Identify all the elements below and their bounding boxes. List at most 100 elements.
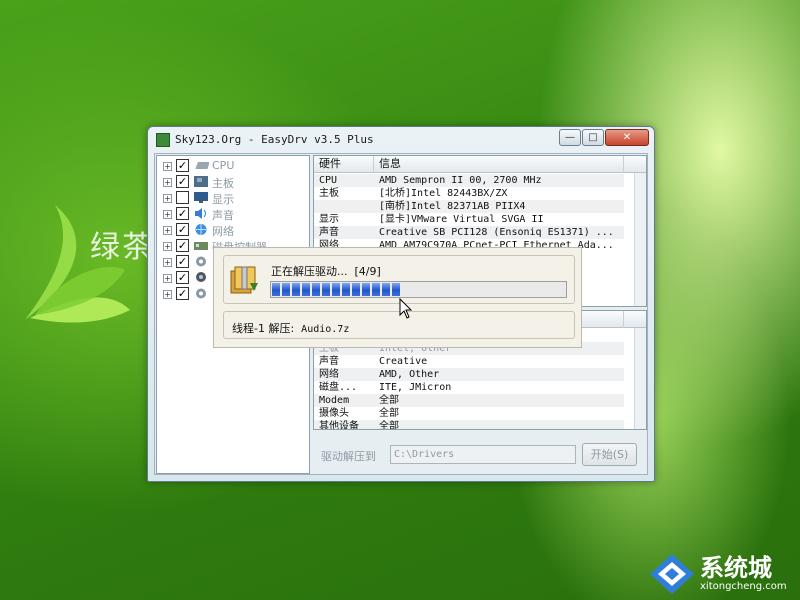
tree-item-network[interactable]: + ✓ 网络 <box>163 222 308 238</box>
close-button[interactable]: ✕ <box>605 129 649 146</box>
cell-driver: 其他设备 <box>319 421 359 430</box>
cell-info: [显卡]VMware Virtual SVGA II <box>379 214 544 225</box>
tree-checkbox[interactable]: ✓ <box>176 223 189 236</box>
tree-item-sound[interactable]: + ✓ 声音 <box>163 206 308 222</box>
motherboard-icon <box>194 176 208 187</box>
start-button[interactable]: 开始(S) <box>582 443 637 466</box>
cell-driver: 摄像头 <box>319 408 349 419</box>
maximize-button[interactable]: □ <box>582 129 604 146</box>
cell-extract: 全部 <box>379 408 399 419</box>
cell-info: AMD Sempron II 00, 2700 MHz <box>379 175 542 186</box>
expand-icon[interactable]: + <box>163 178 172 187</box>
site-watermark: 系统城 xitongcheng.com <box>648 548 798 598</box>
progress-segment <box>362 283 370 296</box>
webcam-icon <box>196 272 206 282</box>
vertical-scrollbar[interactable] <box>634 173 646 306</box>
app-icon <box>156 133 170 147</box>
expand-icon[interactable]: + <box>163 242 172 251</box>
table-row[interactable]: CPU AMD Sempron II 00, 2700 MHz <box>314 174 624 187</box>
window-title: Sky123.Org - EasyDrv v3.5 Plus <box>175 133 374 146</box>
extract-progress-dialog: 正在解压驱动... [4/9] 线程-1 解压: Audio.7z <box>213 247 582 348</box>
cell-driver: 声音 <box>319 356 339 367</box>
progress-bar-fill <box>272 283 400 296</box>
minimize-button[interactable]: — <box>559 129 581 146</box>
tree-item-display[interactable]: + 显示 <box>163 190 308 206</box>
tree-item-label: 声音 <box>212 209 234 222</box>
extract-to-label: 驱动解压到 <box>321 450 376 463</box>
list-header: 硬件 信息 <box>314 156 646 173</box>
progress-segment <box>302 283 310 296</box>
table-row[interactable]: 主板 [北桥]Intel 82443BX/ZX <box>314 187 624 200</box>
tree-checkbox[interactable]: ✓ <box>176 287 189 300</box>
tree-item-motherboard[interactable]: + ✓ 主板 <box>163 174 308 190</box>
vertical-scrollbar[interactable] <box>634 328 646 429</box>
table-row[interactable]: 网络 AMD, Other <box>314 368 624 381</box>
tree-checkbox[interactable]: ✓ <box>176 159 189 172</box>
expand-icon[interactable]: + <box>163 210 172 219</box>
table-row[interactable]: 其他设备 全部 <box>314 420 624 430</box>
table-row[interactable]: 声音 Creative SB PCI128 (Ensoniq ES1371) ..… <box>314 226 624 239</box>
watermark-logo-icon <box>650 554 694 594</box>
expand-icon[interactable]: + <box>163 274 172 283</box>
cell-extract: 全部 <box>379 421 399 430</box>
cell-driver: Modem <box>319 395 350 406</box>
gear-icon <box>196 288 206 299</box>
table-row[interactable]: [南桥]Intel 82371AB PIIX4 <box>314 200 624 213</box>
expand-icon[interactable]: + <box>163 290 172 299</box>
cell-info: [南桥]Intel 82371AB PIIX4 <box>379 201 526 212</box>
expand-icon[interactable]: + <box>163 226 172 235</box>
column-header-info[interactable]: 信息 <box>374 156 624 173</box>
column-header-hardware[interactable]: 硬件 <box>314 156 374 173</box>
cell-hardware: 主板 <box>319 188 339 199</box>
cell-driver: 网络 <box>319 369 339 380</box>
progress-bar <box>270 281 567 298</box>
tree-checkbox[interactable] <box>176 191 189 204</box>
watermark-title: 系统城 <box>700 554 772 582</box>
cell-hardware: 显示 <box>319 214 339 225</box>
gear-icon <box>196 256 206 267</box>
expand-icon[interactable]: + <box>163 162 172 171</box>
table-row[interactable]: 磁盘... ITE, JMicron <box>314 381 624 394</box>
cell-info: Creative SB PCI128 (Ensoniq ES1371) ... <box>379 227 614 238</box>
tree-checkbox[interactable]: ✓ <box>176 175 189 188</box>
progress-count: [4/9] <box>354 265 381 278</box>
expand-icon[interactable]: + <box>163 258 172 267</box>
expand-icon[interactable]: + <box>163 194 172 203</box>
sound-icon <box>195 208 206 219</box>
progress-segment <box>322 283 330 296</box>
progress-segment <box>312 283 320 296</box>
tree-checkbox[interactable]: ✓ <box>176 255 189 268</box>
network-icon <box>195 224 207 235</box>
progress-group: 正在解压驱动... [4/9] <box>223 255 575 304</box>
progress-segment <box>392 283 400 296</box>
cell-hardware: CPU <box>319 175 338 186</box>
tree-checkbox[interactable]: ✓ <box>176 207 189 220</box>
bottom-bar: 驱动解压到 C:\Drivers 开始(S) <box>313 434 647 472</box>
cell-hardware: 声音 <box>319 227 339 238</box>
progress-detail: 线程-1 解压: Audio.7z <box>232 320 349 336</box>
disk-controller-icon <box>194 242 208 250</box>
cell-info: [北桥]Intel 82443BX/ZX <box>379 188 508 199</box>
wallpaper-text: 绿茶 <box>90 230 154 265</box>
tree-item-cpu[interactable]: + ✓ CPU <box>163 158 308 174</box>
table-row[interactable]: 显示 [显卡]VMware Virtual SVGA II <box>314 213 624 226</box>
tree-item-label: 主板 <box>212 177 234 190</box>
extract-path-input[interactable]: C:\Drivers <box>390 445 576 464</box>
progress-segment <box>342 283 350 296</box>
tree-item-label: 显示 <box>212 193 234 206</box>
tree-checkbox[interactable]: ✓ <box>176 271 189 284</box>
cpu-icon <box>195 162 209 169</box>
current-file: Audio.7z <box>301 324 350 335</box>
table-row[interactable]: 摄像头 全部 <box>314 407 624 420</box>
archive-icon <box>230 266 258 294</box>
tree-checkbox[interactable]: ✓ <box>176 239 189 252</box>
table-row[interactable]: Modem 全部 <box>314 394 624 407</box>
table-row[interactable]: 声音 Creative <box>314 355 624 368</box>
progress-segment <box>372 283 380 296</box>
tree-item-label: CPU <box>212 159 235 172</box>
thread-label: 线程-1 解压: <box>232 322 295 335</box>
tree-item-label: 网络 <box>212 225 234 238</box>
progress-segment <box>382 283 390 296</box>
title-bar[interactable]: Sky123.Org - EasyDrv v3.5 Plus — □ ✕ <box>148 127 654 153</box>
progress-status-text: 正在解压驱动... <box>271 265 348 278</box>
